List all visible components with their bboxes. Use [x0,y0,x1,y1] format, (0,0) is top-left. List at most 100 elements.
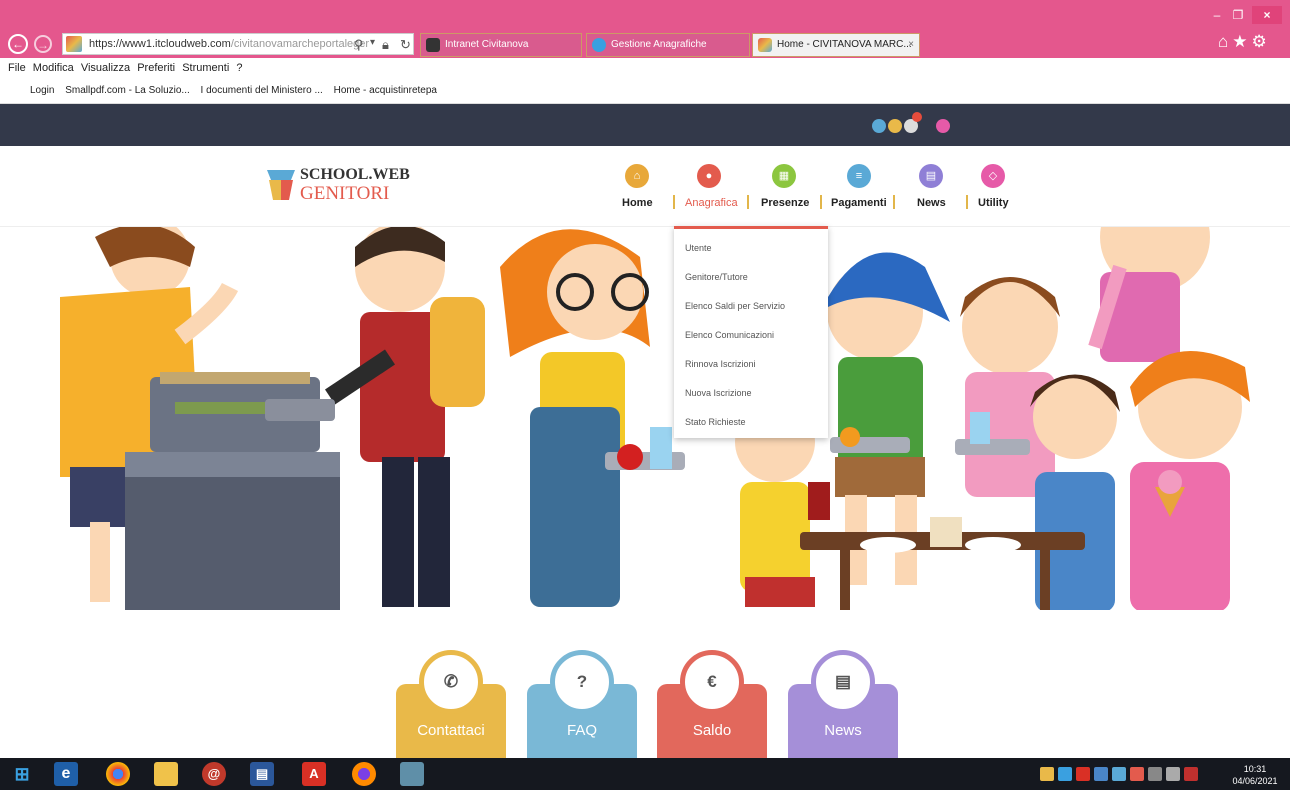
forward-button[interactable]: → [34,35,52,53]
clock-time: 10:31 [1243,764,1267,774]
site-favicon-icon [66,36,82,52]
home-icon[interactable]: ⌂ [625,164,649,188]
hero-illustration [0,226,1290,610]
word-icon[interactable]: ▤ [250,762,274,786]
tab-home-civitanova[interactable]: Home - CIVITANOVA MARC... × [752,33,920,57]
menu-help[interactable]: ? [236,62,242,74]
back-button[interactable]: ← [8,34,28,54]
address-url-domain: https://www1.itcloudweb.com [89,38,231,50]
dropdown-item-nuova-iscrizione[interactable]: Nuova Iscrizione [685,388,752,398]
mail-icon[interactable]: @ [202,762,226,786]
menu-visualizza[interactable]: Visualizza [81,62,130,74]
minimize-button[interactable]: – [1207,6,1227,24]
schoolweb-logo-icon [267,170,295,200]
newspaper-icon: ▤ [811,650,875,714]
nav-pagamenti[interactable]: Pagamenti [831,197,887,209]
user-icon[interactable]: ● [697,164,721,188]
favorite-ministero[interactable]: I documenti del Ministero ... [201,78,323,104]
ie-icon [592,38,606,52]
close-window-button[interactable]: × [1252,6,1282,24]
acrobat-icon[interactable]: A [302,762,326,786]
nav-separator [966,195,968,209]
nav-separator [747,195,749,209]
favorite-acquistinretepa[interactable]: Home - acquistinretepa [334,78,437,104]
help-icon[interactable] [888,119,902,133]
flag-icon[interactable] [1184,767,1198,781]
nav-separator [820,195,822,209]
shield-icon[interactable] [1040,767,1054,781]
tab-intranet[interactable]: Intranet Civitanova [420,33,582,57]
firefox-icon[interactable] [352,762,376,786]
favorite-smallpdf[interactable]: Smallpdf.com - La Soluzio... [65,78,190,104]
nav-news[interactable]: News [917,197,946,209]
nav-presenze[interactable]: Presenze [761,197,809,209]
menu-preferiti[interactable]: Preferiti [137,62,175,74]
dropdown-item-genitore-tutore[interactable]: Genitore/Tutore [685,272,748,282]
site-top-strip [0,104,1290,146]
taskbar-clock[interactable]: 10:31 04/06/2021 [1230,763,1280,787]
tab-label: Intranet Civitanova [445,39,529,50]
nav-home[interactable]: Home [622,197,653,209]
clock-date: 04/06/2021 [1232,776,1278,786]
logo-subtitle: GENITORI [300,183,390,204]
internet-explorer-icon[interactable]: e [54,762,78,786]
info-icon[interactable] [872,119,886,133]
canteen-children-illustration [0,227,1290,610]
windows-start-icon[interactable]: ⊞ [10,762,34,786]
list-icon[interactable]: ≡ [847,164,871,188]
phone-icon: ✆ [419,650,483,714]
file-explorer-icon[interactable] [154,762,178,786]
home-icon[interactable]: ⌂ [1218,32,1232,51]
dropdown-arrow-icon[interactable]: ▾ [370,37,375,48]
dropdown-item-elenco-comunicazioni[interactable]: Elenco Comunicazioni [685,330,774,340]
notification-badge [912,112,922,122]
dropdown-item-stato-richieste[interactable]: Stato Richieste [685,417,746,427]
card-label: Contattaci [417,722,485,739]
card-label: News [824,722,862,739]
menu-strumenti[interactable]: Strumenti [182,62,229,74]
speaker-icon[interactable] [1166,767,1180,781]
code-icon[interactable]: ◇ [981,164,1005,188]
tray-app-icon[interactable] [1076,767,1090,781]
logo-title: SCHOOL.WEB [300,166,410,183]
menu-file[interactable]: File [8,62,26,74]
tray-app-icon[interactable] [1148,767,1162,781]
euro-icon: € [680,650,744,714]
dropdown-item-elenco-saldi[interactable]: Elenco Saldi per Servizio [685,301,785,311]
nav-utility[interactable]: Utility [978,197,1009,209]
chrome-icon[interactable] [106,762,130,786]
tray-app-icon[interactable] [1058,767,1072,781]
app-icon[interactable] [400,762,424,786]
browser-toolbar-icons: ⌂★⚙ [1218,32,1271,52]
gear-icon[interactable]: ⚙ [1252,32,1271,51]
newspaper-icon[interactable]: ▤ [919,164,943,188]
dropdown-item-rinnova-iscrizioni[interactable]: Rinnova Iscrizioni [685,359,756,369]
tab-favicon-icon [426,38,440,52]
close-tab-icon[interactable]: × [908,34,914,56]
favorite-login[interactable]: Login [30,78,54,104]
card-label: Saldo [692,722,732,739]
tray-app-icon[interactable] [1094,767,1108,781]
favorites-bar: Login Smallpdf.com - La Soluzio... I doc… [0,78,1290,104]
volume-icon[interactable] [1130,767,1144,781]
tab-favicon-icon [758,38,772,52]
star-icon[interactable]: ★ [1232,32,1251,51]
dropdown-item-utente[interactable]: Utente [685,243,712,253]
tab-gestione-anagrafiche[interactable]: Gestione Anagrafiche [586,33,750,57]
tab-label: Gestione Anagrafiche [611,39,707,50]
maximize-button[interactable]: ❐ [1228,6,1248,24]
refresh-icon[interactable]: ↻ [400,37,411,53]
calendar-icon[interactable]: ▦ [772,164,796,188]
card-label: FAQ [566,722,597,739]
menu-modifica[interactable]: Modifica [33,62,74,74]
logout-icon[interactable] [936,119,950,133]
address-url-path: /civitanovamarcheportaleger [230,38,370,50]
tab-label: Home - CIVITANOVA MARC... [777,39,912,50]
anagrafica-dropdown-menu: Utente Genitore/Tutore Elenco Saldi per … [674,226,828,438]
nav-separator [893,195,895,209]
nav-separator [673,195,675,209]
lock-icon: 🔒︎ [382,37,389,52]
search-icon[interactable]: ⚲ [354,37,364,53]
nav-anagrafica[interactable]: Anagrafica [685,197,738,209]
network-icon[interactable] [1112,767,1126,781]
